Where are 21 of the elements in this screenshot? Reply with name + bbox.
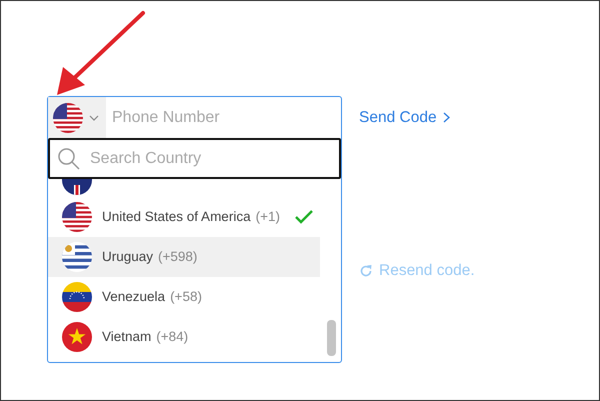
chevron-right-icon: [442, 112, 450, 124]
flag-icon: [53, 102, 83, 132]
country-option[interactable]: Vietnam (+84): [48, 317, 320, 357]
search-country-field[interactable]: Search Country: [48, 138, 341, 179]
flag-icon: [62, 322, 92, 352]
flag-icon: [62, 242, 92, 272]
country-option[interactable]: Uruguay (+598): [48, 237, 320, 277]
country-label: Uruguay (+598): [102, 248, 198, 266]
flag-icon: [62, 282, 92, 312]
flag-icon: [62, 202, 92, 232]
refresh-icon: [359, 264, 373, 278]
scrollbar-thumb[interactable]: [327, 320, 336, 356]
chevron-down-icon: [89, 114, 99, 122]
checkmark-icon: [294, 209, 314, 225]
country-label: Venezuela (+58): [102, 288, 202, 306]
send-code-link[interactable]: Send Code: [359, 106, 450, 130]
country-label: United States of America (+1): [102, 208, 280, 226]
country-label: Vietnam (+84): [102, 328, 188, 346]
country-option[interactable]: Venezuela (+58): [48, 277, 320, 317]
country-option[interactable]: United States of America (+1): [48, 197, 320, 237]
country-picker[interactable]: [48, 97, 106, 138]
